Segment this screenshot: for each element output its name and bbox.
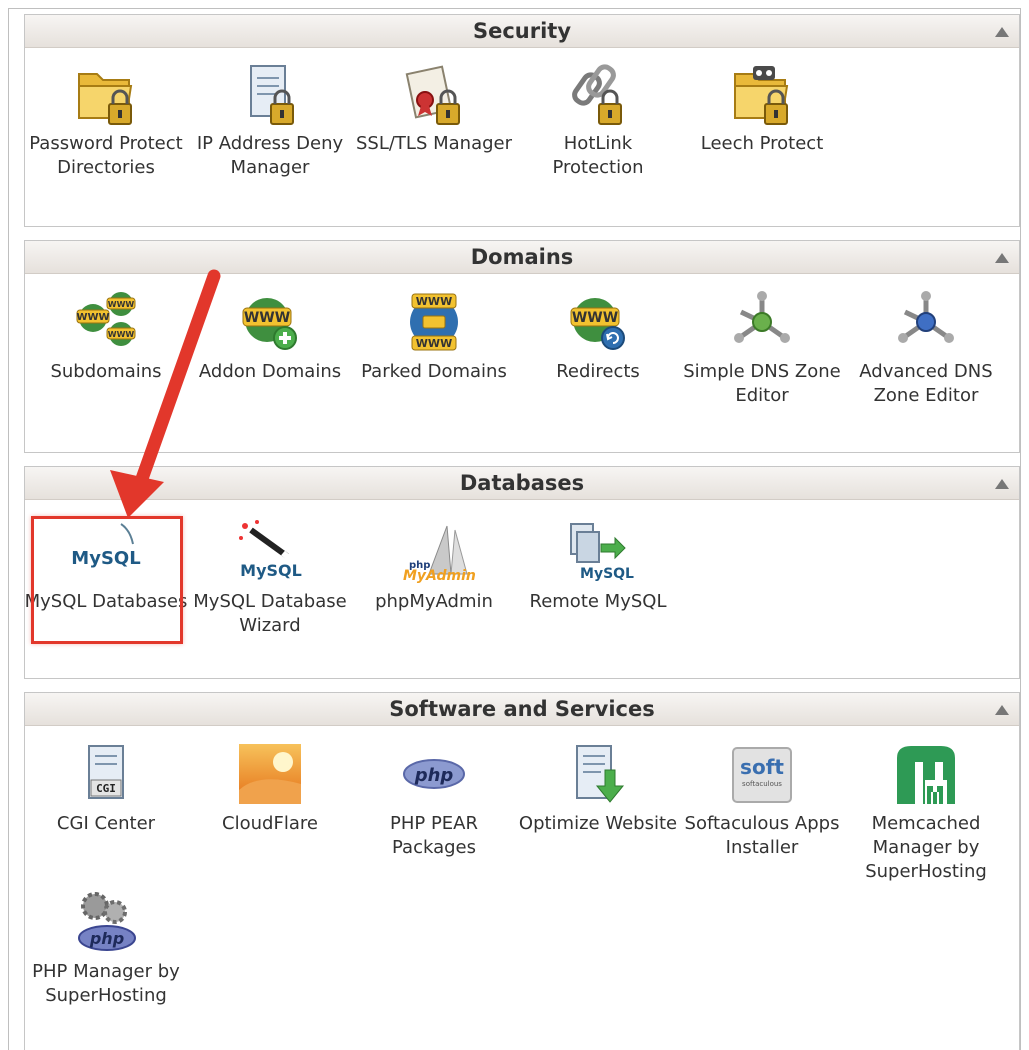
annotation-arrow-icon <box>110 269 221 518</box>
